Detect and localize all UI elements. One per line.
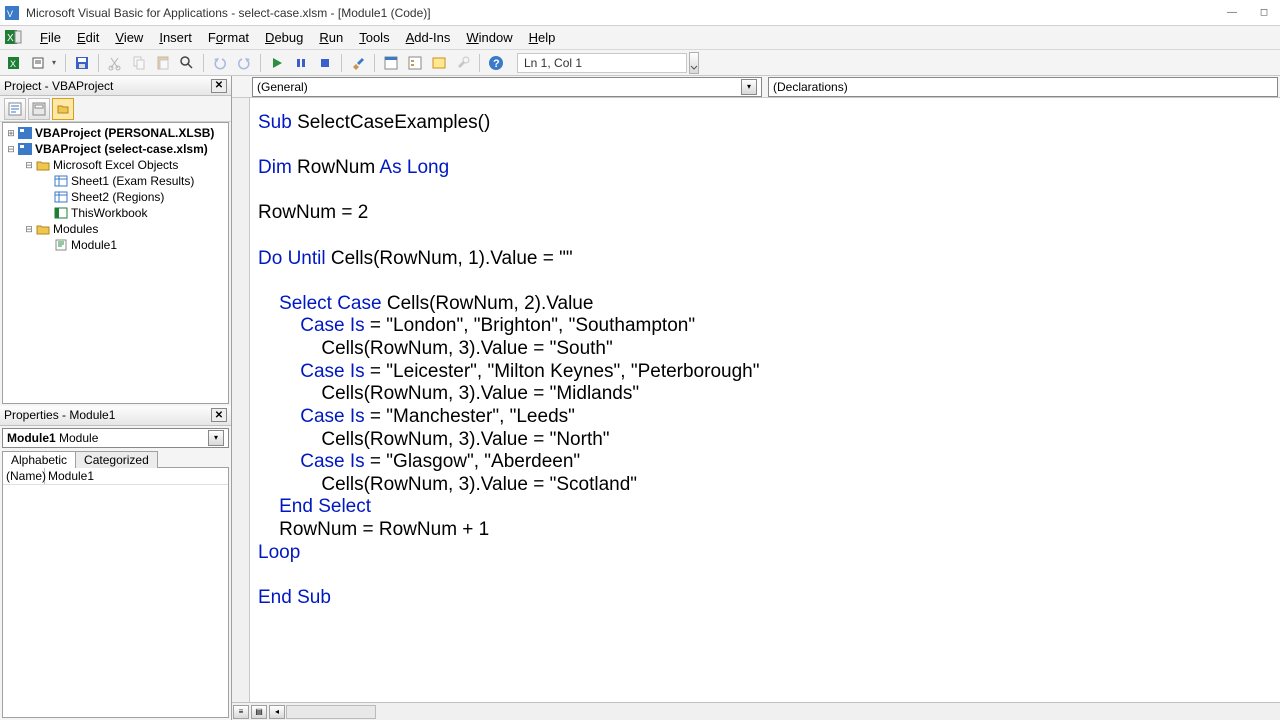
tab-alphabetic[interactable]: Alphabetic xyxy=(2,451,76,468)
project-tree[interactable]: ⊞ VBAProject (PERSONAL.XLSB) ⊟ VBAProjec… xyxy=(2,122,229,404)
menu-debug[interactable]: Debug xyxy=(257,28,311,47)
project-panel-title-bar: Project - VBAProject ✕ xyxy=(0,76,231,96)
chevron-down-icon[interactable]: ▾ xyxy=(208,430,224,446)
paste-button[interactable] xyxy=(152,52,174,74)
properties-grid[interactable]: (Name) Module1 xyxy=(2,467,229,718)
project-panel-close-button[interactable]: ✕ xyxy=(211,79,227,93)
run-button[interactable] xyxy=(266,52,288,74)
view-excel-button[interactable]: X xyxy=(4,52,26,74)
svg-text:V: V xyxy=(7,9,13,19)
view-code-button[interactable] xyxy=(4,98,26,120)
project-icon xyxy=(17,126,33,140)
properties-tabs: Alphabetic Categorized xyxy=(0,450,231,467)
properties-panel-title: Properties - Module1 xyxy=(4,408,211,422)
copy-button[interactable] xyxy=(128,52,150,74)
project-explorer-button[interactable] xyxy=(380,52,402,74)
reset-button[interactable] xyxy=(314,52,336,74)
tree-node-module1[interactable]: Module1 xyxy=(3,237,228,253)
menu-window[interactable]: Window xyxy=(458,28,520,47)
menu-format[interactable]: Format xyxy=(200,28,257,47)
workbook-icon xyxy=(53,206,69,220)
scrollbar-track[interactable] xyxy=(286,705,376,719)
project-toolbar xyxy=(0,96,231,122)
menu-help[interactable]: Help xyxy=(521,28,564,47)
cursor-position-display: Ln 1, Col 1 xyxy=(517,53,687,73)
properties-window-button[interactable] xyxy=(404,52,426,74)
insert-module-button[interactable] xyxy=(28,52,50,74)
toggle-folders-button[interactable] xyxy=(52,98,74,120)
toolbar-overflow[interactable] xyxy=(689,52,699,74)
excel-icon[interactable]: X xyxy=(4,28,24,48)
main-toolbar: X ▾ ? Ln 1, Col 1 xyxy=(0,50,1280,76)
menu-addins[interactable]: Add-Ins xyxy=(398,28,459,47)
horizontal-scrollbar[interactable]: ≡ ▤ ◂ xyxy=(232,702,1280,720)
project-icon xyxy=(17,142,33,156)
worksheet-icon xyxy=(53,190,69,204)
tree-node-personal[interactable]: ⊞ VBAProject (PERSONAL.XLSB) xyxy=(3,125,228,141)
tree-node-excel-objects[interactable]: ⊟ Microsoft Excel Objects xyxy=(3,157,228,173)
procedure-view-button[interactable]: ▤ xyxy=(251,705,267,719)
code-editor[interactable]: Sub SelectCaseExamples() Dim RowNum As L… xyxy=(250,98,1280,702)
tree-node-modules[interactable]: ⊟ Modules xyxy=(3,221,228,237)
svg-text:X: X xyxy=(10,59,16,69)
break-button[interactable] xyxy=(290,52,312,74)
tab-categorized[interactable]: Categorized xyxy=(75,451,158,468)
toolbox-button[interactable] xyxy=(452,52,474,74)
menu-bar: X FFileile Edit View Insert Format Debug… xyxy=(0,26,1280,50)
full-module-view-button[interactable]: ≡ xyxy=(233,705,249,719)
module-icon xyxy=(53,238,69,252)
chevron-down-icon[interactable]: ▾ xyxy=(741,79,757,95)
redo-button[interactable] xyxy=(233,52,255,74)
object-dropdown[interactable]: (General) ▾ xyxy=(252,77,762,97)
window-title: Microsoft Visual Basic for Applications … xyxy=(26,6,1212,20)
code-panel: (General) ▾ (Declarations) Sub SelectCas… xyxy=(232,76,1280,720)
menu-edit[interactable]: Edit xyxy=(69,28,107,47)
view-object-button[interactable] xyxy=(28,98,50,120)
svg-text:X: X xyxy=(7,33,14,44)
find-button[interactable] xyxy=(176,52,198,74)
title-bar: V Microsoft Visual Basic for Application… xyxy=(0,0,1280,26)
project-panel-title: Project - VBAProject xyxy=(4,79,211,93)
vba-app-icon: V xyxy=(4,5,20,21)
design-mode-button[interactable] xyxy=(347,52,369,74)
help-button[interactable]: ? xyxy=(485,52,507,74)
scroll-left-button[interactable]: ◂ xyxy=(269,705,285,719)
properties-object-dropdown[interactable]: Module1 Module ▾ xyxy=(2,428,229,448)
properties-panel-close-button[interactable]: ✕ xyxy=(211,408,227,422)
property-row-name[interactable]: (Name) Module1 xyxy=(3,468,228,485)
worksheet-icon xyxy=(53,174,69,188)
save-button[interactable] xyxy=(71,52,93,74)
minimize-button[interactable]: — xyxy=(1220,4,1244,22)
menu-insert[interactable]: Insert xyxy=(151,28,200,47)
menu-run[interactable]: Run xyxy=(311,28,351,47)
folder-icon xyxy=(35,222,51,236)
svg-text:?: ? xyxy=(493,58,500,70)
folder-icon xyxy=(35,158,51,172)
menu-view[interactable]: View xyxy=(107,28,151,47)
object-browser-button[interactable] xyxy=(428,52,450,74)
undo-button[interactable] xyxy=(209,52,231,74)
insert-dropdown-arrow[interactable]: ▾ xyxy=(52,58,60,67)
cut-button[interactable] xyxy=(104,52,126,74)
tree-node-sheet2[interactable]: Sheet2 (Regions) xyxy=(3,189,228,205)
menu-file[interactable]: FFileile xyxy=(32,28,69,47)
tree-node-selectcase[interactable]: ⊟ VBAProject (select-case.xlsm) xyxy=(3,141,228,157)
maximize-button[interactable]: ◻ xyxy=(1252,4,1276,22)
code-margin[interactable] xyxy=(232,98,250,702)
menu-tools[interactable]: Tools xyxy=(351,28,397,47)
procedure-dropdown[interactable]: (Declarations) xyxy=(768,77,1278,97)
tree-node-thisworkbook[interactable]: ThisWorkbook xyxy=(3,205,228,221)
properties-panel-title-bar: Properties - Module1 ✕ xyxy=(0,406,231,426)
tree-node-sheet1[interactable]: Sheet1 (Exam Results) xyxy=(3,173,228,189)
